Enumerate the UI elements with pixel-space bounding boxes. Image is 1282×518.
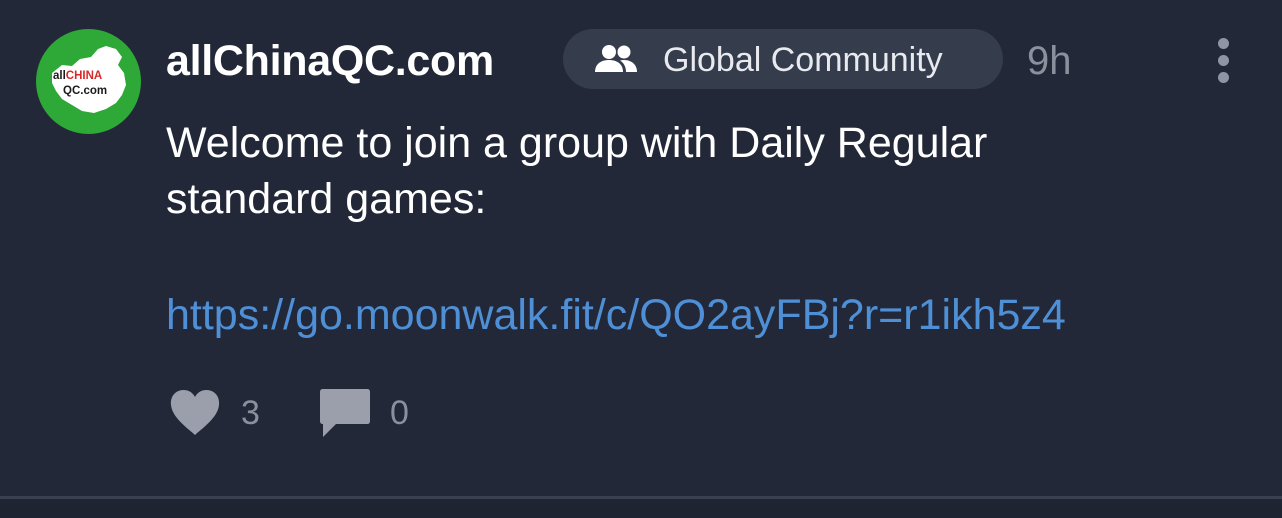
like-count: 3 xyxy=(241,394,260,432)
community-label: Global Community xyxy=(663,41,943,79)
community-badge[interactable]: Global Community xyxy=(563,29,1003,89)
people-icon xyxy=(593,43,639,80)
avatar-logo: allCHINA QC.com xyxy=(52,46,126,113)
comment-button[interactable] xyxy=(318,387,372,439)
post-body-line: standard games: xyxy=(166,175,487,223)
community-post: allCHINA QC.com allChinaQC.com Global Co… xyxy=(0,0,1282,496)
post-timestamp: 9h xyxy=(1027,39,1072,83)
more-options-button[interactable] xyxy=(1208,36,1240,86)
post-body: Welcome to join a group with Daily Regul… xyxy=(166,115,1186,227)
comment-count: 0 xyxy=(390,394,409,432)
avatar[interactable]: allCHINA QC.com xyxy=(36,29,141,134)
avatar-text-line2: QC.com xyxy=(63,85,107,97)
heart-icon xyxy=(170,390,220,435)
avatar-text-line1: allCHINA xyxy=(53,70,102,82)
comment-icon xyxy=(320,389,370,437)
more-vertical-icon-dot xyxy=(1218,38,1229,49)
more-vertical-icon-dot xyxy=(1218,55,1229,66)
more-vertical-icon-dot xyxy=(1218,72,1229,83)
author-name[interactable]: allChinaQC.com xyxy=(166,36,494,86)
post-link[interactable]: https://go.moonwalk.fit/c/QO2ayFBj?r=r1i… xyxy=(166,287,1066,343)
like-button[interactable] xyxy=(168,388,222,438)
next-post-area xyxy=(0,499,1282,518)
post-body-line: Welcome to join a group with Daily Regul… xyxy=(166,119,988,167)
